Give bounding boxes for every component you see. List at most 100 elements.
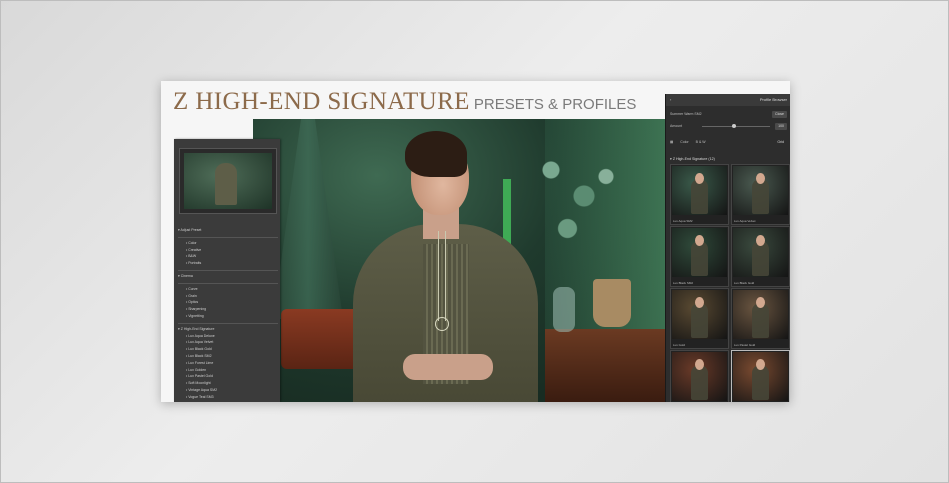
- navigator-preview[interactable]: [179, 148, 277, 214]
- profile-thumbnail-label: Lux Aqua Velvet: [734, 219, 756, 223]
- woman-hands: [403, 354, 493, 380]
- necklace: [438, 231, 446, 321]
- preset-item[interactable]: • Color: [178, 236, 278, 247]
- preset-item[interactable]: ▾ Z High-End Signature: [178, 322, 278, 333]
- preset-item-label: Color: [188, 240, 197, 245]
- amount-value[interactable]: 100: [775, 123, 787, 130]
- profile-browser: ‹ Profile Browser Summer Warm SM2 Close …: [665, 94, 790, 402]
- pendant: [435, 317, 449, 331]
- preset-item[interactable]: • Creative: [178, 247, 278, 254]
- preset-item[interactable]: • Sharpening: [178, 306, 278, 313]
- profile-thumbnails: Lux Aqua SM2 Lux Aqua Velvet Lux Black SM2…: [670, 164, 790, 402]
- grid-toggle[interactable]: Grid: [774, 139, 787, 146]
- preset-item[interactable]: • Lux Black Gold: [178, 346, 278, 353]
- preset-item[interactable]: • Lux Black SM2: [178, 353, 278, 360]
- main-photo: [253, 119, 665, 402]
- profile-name: Summer Warm SM2: [670, 112, 702, 116]
- back-arrow-icon[interactable]: ‹: [670, 94, 671, 106]
- preset-item-label: Lux Golden: [188, 367, 207, 372]
- preset-item-label: Lux Aqua Velvet: [188, 340, 214, 345]
- thumbnail-figure: [752, 241, 769, 276]
- thumbnail-face: [695, 235, 704, 246]
- profile-thumbnail[interactable]: Lux Aqua Velvet: [731, 164, 790, 225]
- filter-color[interactable]: Color: [680, 140, 688, 144]
- thumbnail-face: [695, 297, 704, 308]
- preset-item[interactable]: • Optics: [178, 299, 278, 306]
- preset-item[interactable]: • Vignetting: [178, 313, 278, 320]
- amount-label: Amount: [670, 124, 683, 128]
- preset-item[interactable]: • Lux Golden: [178, 367, 278, 374]
- preset-item-label: Curve: [188, 286, 198, 291]
- preset-item[interactable]: • Grain: [178, 293, 278, 300]
- thumbnail-figure: [752, 303, 769, 338]
- thumbnail-figure: [752, 179, 769, 214]
- preset-item-label: Lux Forest Lime: [188, 360, 214, 365]
- profile-thumbnail[interactable]: Lux Black SM2: [670, 226, 729, 287]
- close-button[interactable]: Close: [772, 111, 787, 118]
- profile-thumbnail-label: Lux Black SM2: [673, 281, 694, 285]
- profile-thumbnail[interactable]: Lux Retro Warm Gold: [670, 350, 729, 402]
- profile-name-row: Summer Warm SM2 Close: [670, 110, 787, 119]
- preset-item[interactable]: • Lux Aqua Velvet: [178, 339, 278, 346]
- preset-item-label: Lux Pastel Gold: [188, 374, 213, 379]
- amount-row: Amount 100: [670, 122, 787, 131]
- presets-panel: ▾ Adjust Preset • Color • Creative • B&W • P…: [174, 139, 280, 402]
- preset-item-label: Cinema: [180, 273, 193, 278]
- profile-thumbnail-label: Lux Black Gold: [734, 281, 755, 285]
- preset-list: ▾ Adjust Preset • Color • Creative • B&W • P…: [178, 227, 278, 401]
- preset-item[interactable]: • Portraits: [178, 260, 278, 267]
- profile-browser-title: Profile Browser: [759, 97, 787, 102]
- preset-item-label: Portraits: [188, 261, 202, 266]
- thumbnail-face: [695, 359, 704, 370]
- thumbnail-face: [756, 359, 765, 370]
- preset-item-label: Creative: [188, 247, 202, 252]
- preset-item[interactable]: • Lux Pastel Gold: [178, 373, 278, 380]
- thumbnail-figure: [691, 365, 708, 400]
- background-curtain: [273, 119, 343, 319]
- profile-thumbnail[interactable]: Lux Gold: [670, 288, 729, 349]
- preset-item[interactable]: • Vogue Teal SM3: [178, 394, 278, 401]
- thumbnail-figure: [691, 241, 708, 276]
- headline-main: Z HIGH-END SIGNATURE: [173, 88, 470, 115]
- profile-thumbnail[interactable]: Lux Pastel Gold: [731, 288, 790, 349]
- preset-item[interactable]: • Lux Aqua Deluxe: [178, 333, 278, 340]
- preset-item-label: Soft Moonlight: [188, 381, 211, 386]
- promo-card: Z HIGH-END SIGNATURE PRESETS & PROFILES ▾…: [161, 81, 790, 402]
- preset-item-label: Vignetting: [188, 313, 204, 318]
- profile-browser-header: ‹ Profile Browser: [666, 94, 790, 106]
- profile-thumbnail[interactable]: Summer Warm SM2: [731, 350, 790, 402]
- profile-thumbnail[interactable]: Lux Aqua SM2: [670, 164, 729, 225]
- preset-item[interactable]: • B&W: [178, 253, 278, 260]
- amount-slider[interactable]: [702, 124, 770, 128]
- headline-sub: PRESETS & PROFILES: [473, 96, 637, 113]
- preset-item[interactable]: • Lux Forest Lime: [178, 360, 278, 367]
- thumbnail-figure: [691, 179, 708, 214]
- filter-row: ▦ Color B & W Grid: [670, 138, 787, 147]
- thumbnail-figure: [691, 303, 708, 338]
- preset-item-label: Z High-End Signature: [180, 326, 215, 331]
- filter-bw[interactable]: B & W: [696, 140, 706, 144]
- preset-item-label: Adjust Preset: [180, 228, 202, 232]
- preset-item[interactable]: • Vintage Aqua SM2: [178, 387, 278, 394]
- profile-thumbnail[interactable]: Lux Black Gold: [731, 226, 790, 287]
- preset-item-label: Vogue Teal SM3: [188, 394, 214, 399]
- navigator-figure: [215, 163, 237, 205]
- preset-item[interactable]: • Curve: [178, 282, 278, 293]
- red-chair: [281, 309, 361, 369]
- amount-slider-thumb[interactable]: [732, 124, 736, 128]
- preset-item[interactable]: • Soft Moonlight: [178, 380, 278, 387]
- preset-item-label: Grain: [188, 293, 197, 298]
- glass-vase: [553, 287, 575, 332]
- preset-item-label: Vintage Aqua SM2: [188, 387, 218, 392]
- profile-group-header[interactable]: ▾ Z High-End Signature (12): [670, 157, 715, 161]
- preset-item-label: Sharpening: [188, 307, 207, 312]
- plant-leaves: [518, 144, 628, 274]
- wooden-table: [545, 329, 665, 402]
- woman-hair: [405, 131, 467, 177]
- preset-item[interactable]: ▾ Adjust Preset: [178, 227, 278, 234]
- grid-view-icon[interactable]: ▦: [670, 140, 673, 144]
- profile-thumbnail-label: Lux Gold: [673, 343, 686, 347]
- preset-item[interactable]: ▾ Cinema: [178, 269, 278, 280]
- chevron-down-icon: ▾: [670, 157, 672, 161]
- preset-item-label: Optics: [188, 300, 199, 305]
